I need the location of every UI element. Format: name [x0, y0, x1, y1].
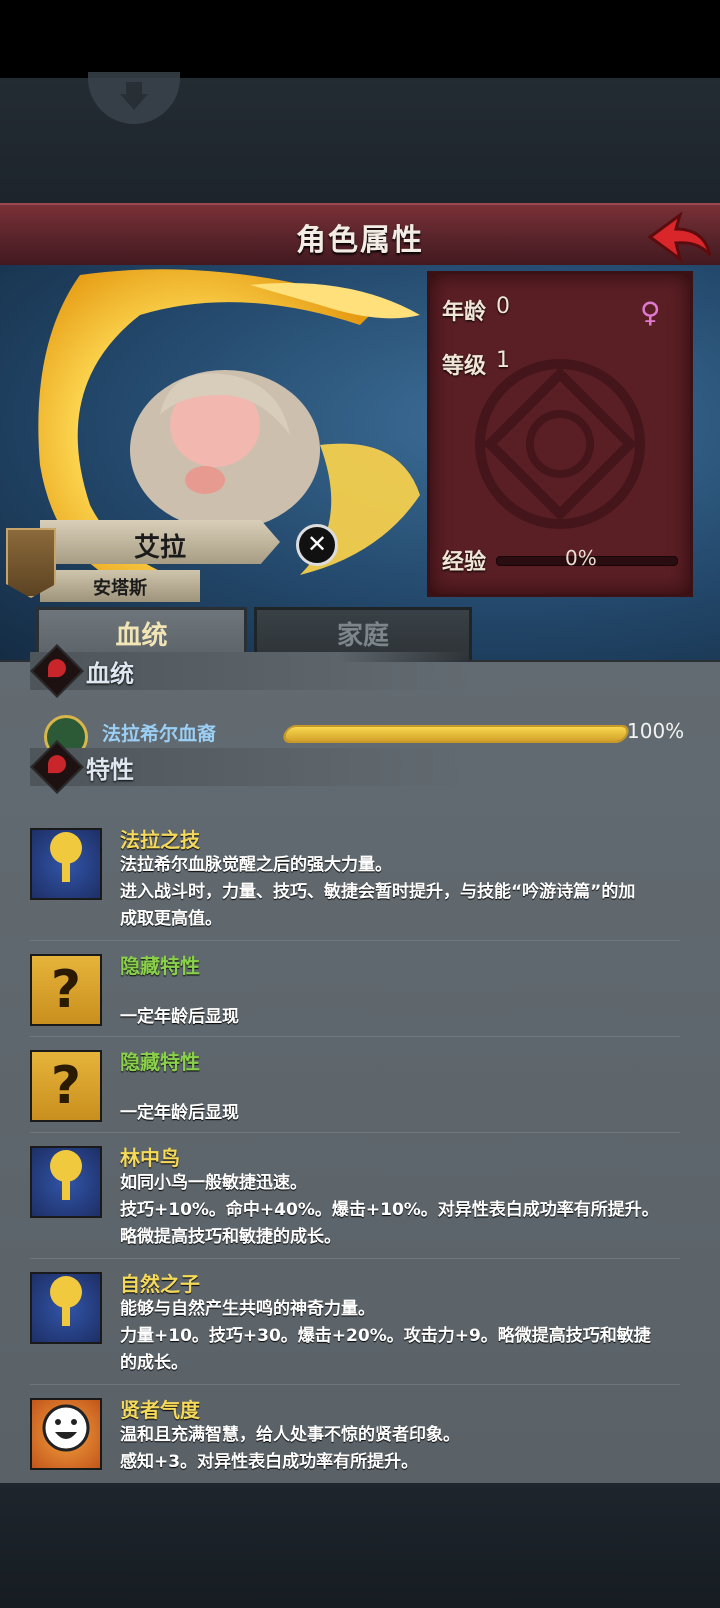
lineage-section-header: 血统 — [30, 644, 470, 698]
flame-icon — [30, 740, 84, 794]
trait-description: 温和且充满智慧，给人处事不惊的贤者印象。 感知+3。对异性表白成功率有所提升。 — [120, 1425, 460, 1472]
trait-name: 贤者气度 — [120, 1398, 200, 1422]
tree-icon — [30, 828, 102, 900]
trait-description: 一定年龄后显现 — [120, 1103, 239, 1123]
family-crest-icon — [6, 528, 56, 598]
question-icon: ? — [30, 1050, 102, 1122]
exp-value: 0% — [565, 546, 597, 570]
blood-drop-icon — [30, 644, 84, 698]
level-value: 1 — [496, 348, 510, 373]
divider — [30, 1132, 680, 1133]
exp-label: 经验 — [442, 550, 487, 575]
lineage-name: 法拉希尔血裔 — [102, 723, 217, 745]
trait-name: 法拉之技 — [120, 828, 200, 852]
trait-description: 法拉希尔血脉觉醒之后的强大力量。 进入战斗时，力量、技巧、敏捷会暂时提升，与技能… — [120, 855, 636, 929]
tree-icon — [30, 1272, 102, 1344]
level-label: 等级 — [442, 354, 487, 379]
celtic-knot-emblem — [475, 359, 645, 529]
divider — [30, 1036, 680, 1037]
trait-description: 如同小鸟一般敏捷迅速。 技巧+10%。命中+40%。爆击+10%。对异性表白成功… — [120, 1173, 659, 1247]
lineage-row: 法拉希尔血裔 100% — [44, 713, 694, 759]
info-panel: 年龄 0 ♀ 等级 1 经验 0% — [427, 271, 693, 597]
divider — [30, 940, 680, 941]
lineage-section-title: 血统 — [86, 660, 134, 688]
bottom-background — [0, 1483, 720, 1608]
lineage-progress-bar — [280, 725, 632, 743]
page-title: 角色属性 — [296, 223, 424, 258]
lineage-percent: 100% — [627, 719, 685, 743]
page-header: 角色属性 — [0, 203, 720, 267]
trait-name: 隐藏特性 — [120, 1050, 200, 1074]
character-name: 艾拉 — [133, 533, 186, 563]
age-value: 0 — [496, 294, 510, 319]
tree-icon — [30, 1146, 102, 1218]
female-gender-icon: ♀ — [640, 296, 661, 329]
character-surname: 安塔斯 — [93, 578, 147, 599]
question-icon: ? — [30, 954, 102, 1026]
lineage-progress-fill — [283, 727, 629, 741]
trait-name: 林中鸟 — [120, 1146, 180, 1170]
status-bar — [0, 0, 720, 78]
trait-name: 隐藏特性 — [120, 954, 200, 978]
back-arrow-icon[interactable] — [646, 211, 714, 263]
trait-description: 一定年龄后显现 — [120, 1007, 239, 1027]
arrow-down-icon — [120, 82, 148, 110]
divider — [30, 1384, 680, 1385]
close-icon[interactable]: ✕ — [296, 524, 338, 566]
traits-section-header: 特性 — [30, 740, 470, 794]
smiley-icon — [30, 1398, 102, 1470]
trait-name: 自然之子 — [120, 1272, 200, 1296]
trait-description: 能够与自然产生共鸣的神奇力量。 力量+10。技巧+30。爆击+20%。攻击力+9… — [120, 1299, 651, 1373]
divider — [30, 1258, 680, 1259]
age-label: 年龄 — [442, 300, 487, 325]
traits-section-title: 特性 — [86, 756, 134, 784]
